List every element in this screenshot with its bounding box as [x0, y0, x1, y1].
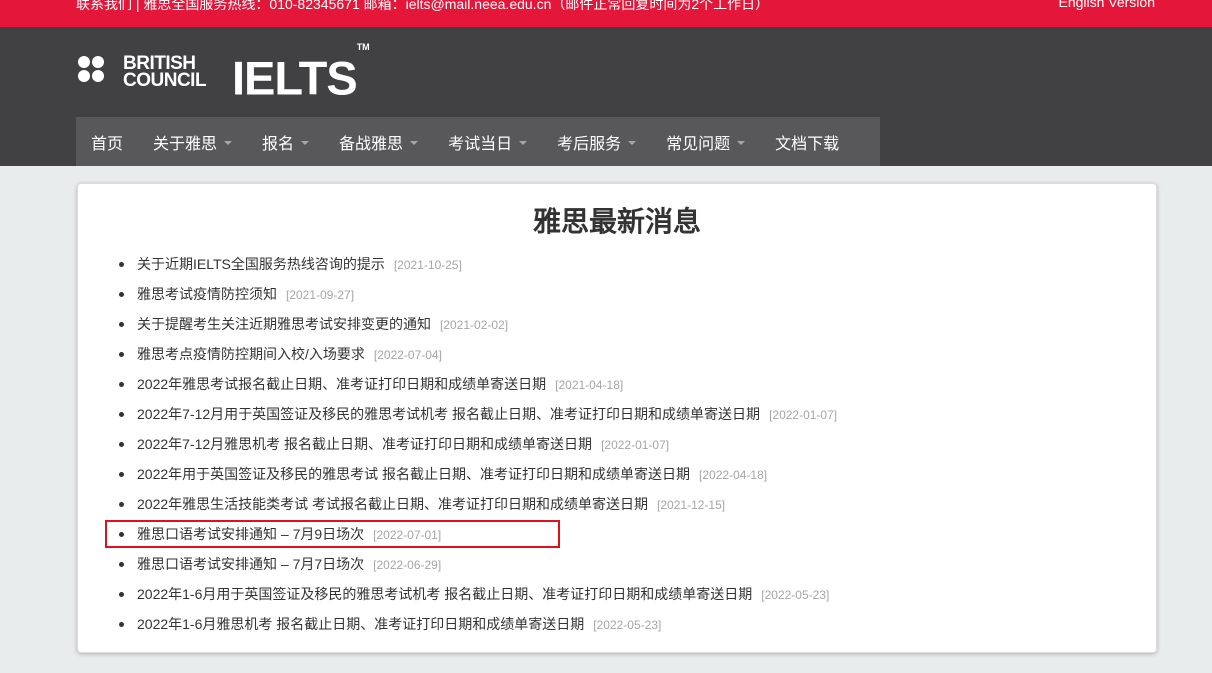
news-item: 2022年用于英国签证及移民的雅思考试 报名截止日期、准考证打印日期和成绩单寄送… [118, 459, 837, 489]
bullet-icon [119, 442, 124, 447]
bullet-icon [119, 322, 124, 327]
news-item: 雅思考点疫情防控期间入校/入场要求 [2022-07-04] [118, 339, 837, 369]
news-link[interactable]: 2022年雅思生活技能类考试 考试报名截止日期、准考证打印日期和成绩单寄送日期 [137, 496, 648, 512]
news-link[interactable]: 关于近期IELTS全国服务热线咨询的提示 [137, 256, 385, 272]
british-council-wordmark: BRITISH COUNCIL [123, 53, 207, 91]
news-date: [2022-07-01] [373, 528, 442, 542]
news-item: 雅思口语考试安排通知 – 7月7日场次 [2022-06-29] [118, 549, 837, 579]
news-date: [2022-04-18] [699, 468, 768, 482]
english-version-link[interactable]: English Version [1058, 0, 1155, 10]
news-link[interactable]: 2022年雅思考试报名截止日期、准考证打印日期和成绩单寄送日期 [137, 376, 546, 392]
nav-item-5[interactable]: 考后服务 [542, 117, 651, 166]
news-item: 2022年1-6月用于英国签证及移民的雅思考试机考 报名截止日期、准考证打印日期… [118, 579, 837, 609]
news-link[interactable]: 雅思考点疫情防控期间入校/入场要求 [137, 346, 365, 362]
bullet-icon [119, 352, 124, 357]
news-link[interactable]: 雅思口语考试安排通知 – 7月9日场次 [137, 526, 364, 542]
bullet-icon [119, 262, 124, 267]
nav-item-7[interactable]: 文档下载 [760, 117, 854, 166]
news-item: 2022年1-6月雅思机考 报名截止日期、准考证打印日期和成绩单寄送日期 [202… [118, 609, 837, 639]
nav-item-label: 考试当日 [448, 135, 513, 153]
nav-item-label: 备战雅思 [339, 135, 404, 153]
british-council-logo-icon [78, 56, 118, 96]
bullet-icon [119, 292, 124, 297]
page-title: 雅思最新消息 [532, 206, 701, 237]
news-item: 2022年雅思生活技能类考试 考试报名截止日期、准考证打印日期和成绩单寄送日期 [… [118, 489, 837, 519]
nav-item-6[interactable]: 常见问题 [651, 117, 760, 166]
news-list: 关于近期IELTS全国服务热线咨询的提示 [2021-10-25] 雅思考试疫情防控… [118, 249, 837, 639]
news-link[interactable]: 2022年用于英国签证及移民的雅思考试 报名截止日期、准考证打印日期和成绩单寄送… [137, 466, 690, 482]
nav-item-1[interactable]: 关于雅思 [138, 117, 247, 166]
nav-item-label: 关于雅思 [153, 135, 218, 153]
news-item: 2022年7-12月雅思机考 报名截止日期、准考证打印日期和成绩单寄送日期 [20… [118, 429, 837, 459]
news-panel: 雅思最新消息 关于近期IELTS全国服务热线咨询的提示 [2021-10-25] 雅… [77, 183, 1157, 653]
news-item: 2022年雅思考试报名截止日期、准考证打印日期和成绩单寄送日期 [2021-04-… [118, 369, 837, 399]
bullet-icon [119, 592, 124, 597]
nav-item-label: 常见问题 [666, 135, 731, 153]
bullet-icon [119, 532, 124, 537]
bullet-icon [119, 412, 124, 417]
site-header: BRITISH COUNCIL IELTSTM 首页 关于雅思 报名 备战雅思 考试当日… [0, 27, 1212, 166]
bullet-icon [119, 382, 124, 387]
bullet-icon [119, 502, 124, 507]
caret-down-icon [301, 141, 310, 145]
news-link[interactable]: 关于提醒考生关注近期雅思考试安排变更的通知 [137, 316, 431, 332]
news-date: [2022-05-23] [761, 588, 830, 602]
news-link[interactable]: 2022年1-6月用于英国签证及移民的雅思考试机考 报名截止日期、准考证打印日期… [137, 586, 752, 602]
nav-item-3[interactable]: 备战雅思 [324, 117, 433, 166]
ielts-wordmark: IELTSTM [232, 42, 370, 105]
news-item: 雅思口语考试安排通知 – 7月9日场次 [2022-07-01] [118, 519, 837, 549]
news-link[interactable]: 2022年1-6月雅思机考 报名截止日期、准考证打印日期和成绩单寄送日期 [137, 616, 584, 632]
top-bar: 联系我们 | 雅思全国服务热线：010-82345671 邮箱：ielts@ma… [0, 0, 1212, 27]
caret-down-icon [519, 141, 528, 145]
nav-item-label: 考后服务 [557, 135, 622, 153]
caret-down-icon [410, 141, 419, 145]
news-date: [2022-07-04] [373, 348, 442, 362]
nav-item-label: 报名 [262, 135, 295, 153]
nav-item-4[interactable]: 考试当日 [433, 117, 542, 166]
nav-item-label: 首页 [91, 135, 124, 153]
news-link[interactable]: 2022年7-12月用于英国签证及移民的雅思考试机考 报名截止日期、准考证打印日… [137, 406, 760, 422]
news-link[interactable]: 雅思考试疫情防控须知 [137, 286, 277, 302]
bullet-icon [119, 622, 124, 627]
news-date: [2022-01-07] [601, 438, 670, 452]
caret-down-icon [628, 141, 637, 145]
news-date: [2022-05-23] [593, 618, 662, 632]
nav-item-label: 文档下载 [775, 135, 840, 153]
news-item: 2022年7-12月用于英国签证及移民的雅思考试机考 报名截止日期、准考证打印日… [118, 399, 837, 429]
news-item: 关于提醒考生关注近期雅思考试安排变更的通知 [2021-02-02] [118, 309, 837, 339]
news-item: 关于近期IELTS全国服务热线咨询的提示 [2021-10-25] [118, 249, 837, 279]
nav-item-2[interactable]: 报名 [247, 117, 324, 166]
news-date: [2022-01-07] [769, 408, 838, 422]
news-link[interactable]: 雅思口语考试安排通知 – 7月7日场次 [137, 556, 364, 572]
news-item: 雅思考试疫情防控须知 [2021-09-27] [118, 279, 837, 309]
news-date: [2021-02-02] [440, 318, 509, 332]
news-date: [2021-10-25] [393, 258, 462, 272]
nav-item-0[interactable]: 首页 [76, 117, 138, 166]
news-date: [2021-12-15] [657, 498, 726, 512]
contact-info: 联系我们 | 雅思全国服务热线：010-82345671 邮箱：ielts@ma… [76, 0, 770, 12]
caret-down-icon [737, 141, 746, 145]
site-logo[interactable]: BRITISH COUNCIL IELTSTM [78, 42, 378, 102]
bullet-icon [119, 472, 124, 477]
news-link[interactable]: 2022年7-12月雅思机考 报名截止日期、准考证打印日期和成绩单寄送日期 [137, 436, 592, 452]
main-nav: 首页 关于雅思 报名 备战雅思 考试当日 考后服务 常见问题 文档下载 [76, 117, 880, 166]
news-date: [2022-06-29] [373, 558, 442, 572]
news-date: [2021-04-18] [555, 378, 624, 392]
news-date: [2021-09-27] [286, 288, 355, 302]
caret-down-icon [224, 141, 233, 145]
bullet-icon [119, 562, 124, 567]
